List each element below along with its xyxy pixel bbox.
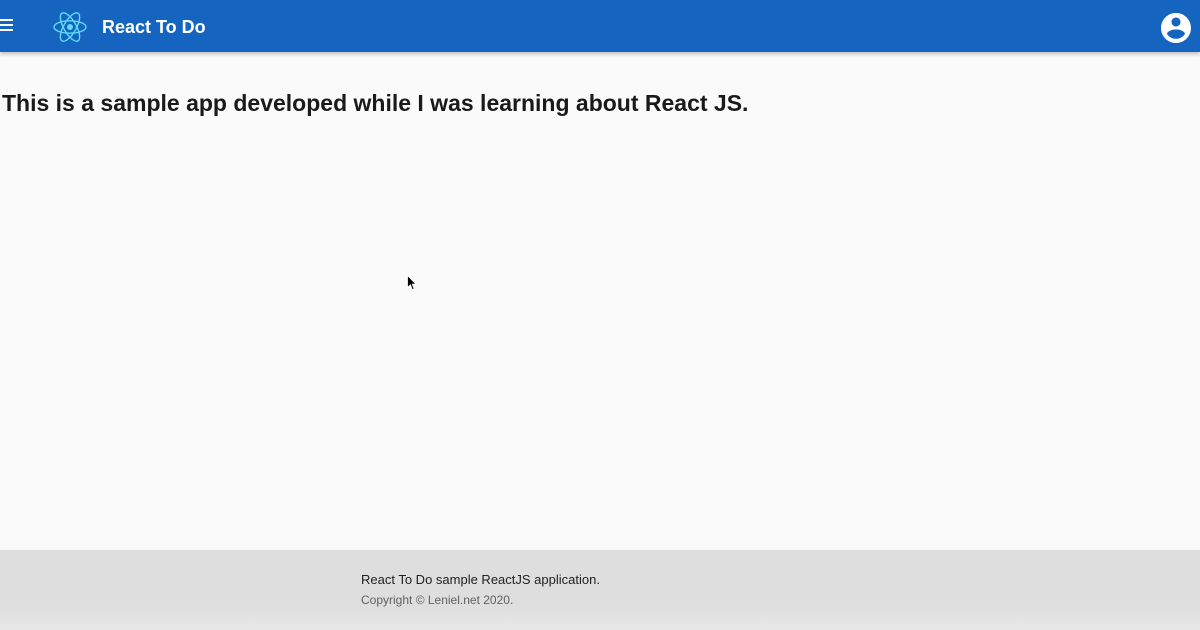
hamburger-line [0, 19, 13, 21]
mouse-pointer-icon [407, 275, 417, 291]
app-title: React To Do [102, 17, 206, 37]
react-logo-icon [53, 12, 87, 42]
account-circle-icon[interactable] [1158, 10, 1194, 46]
menu-button[interactable] [0, 16, 14, 36]
app-bar: React To Do [0, 0, 1200, 52]
page-heading: This is a sample app developed while I w… [2, 90, 749, 116]
footer-copyright: Copyright © Leniel.net 2020. [361, 593, 514, 607]
hamburger-line [0, 29, 13, 31]
app-page: React To Do This is a sample app develop… [0, 0, 1200, 630]
footer-description: React To Do sample ReactJS application. [361, 572, 600, 587]
footer [0, 550, 1200, 630]
hamburger-line [0, 24, 13, 26]
